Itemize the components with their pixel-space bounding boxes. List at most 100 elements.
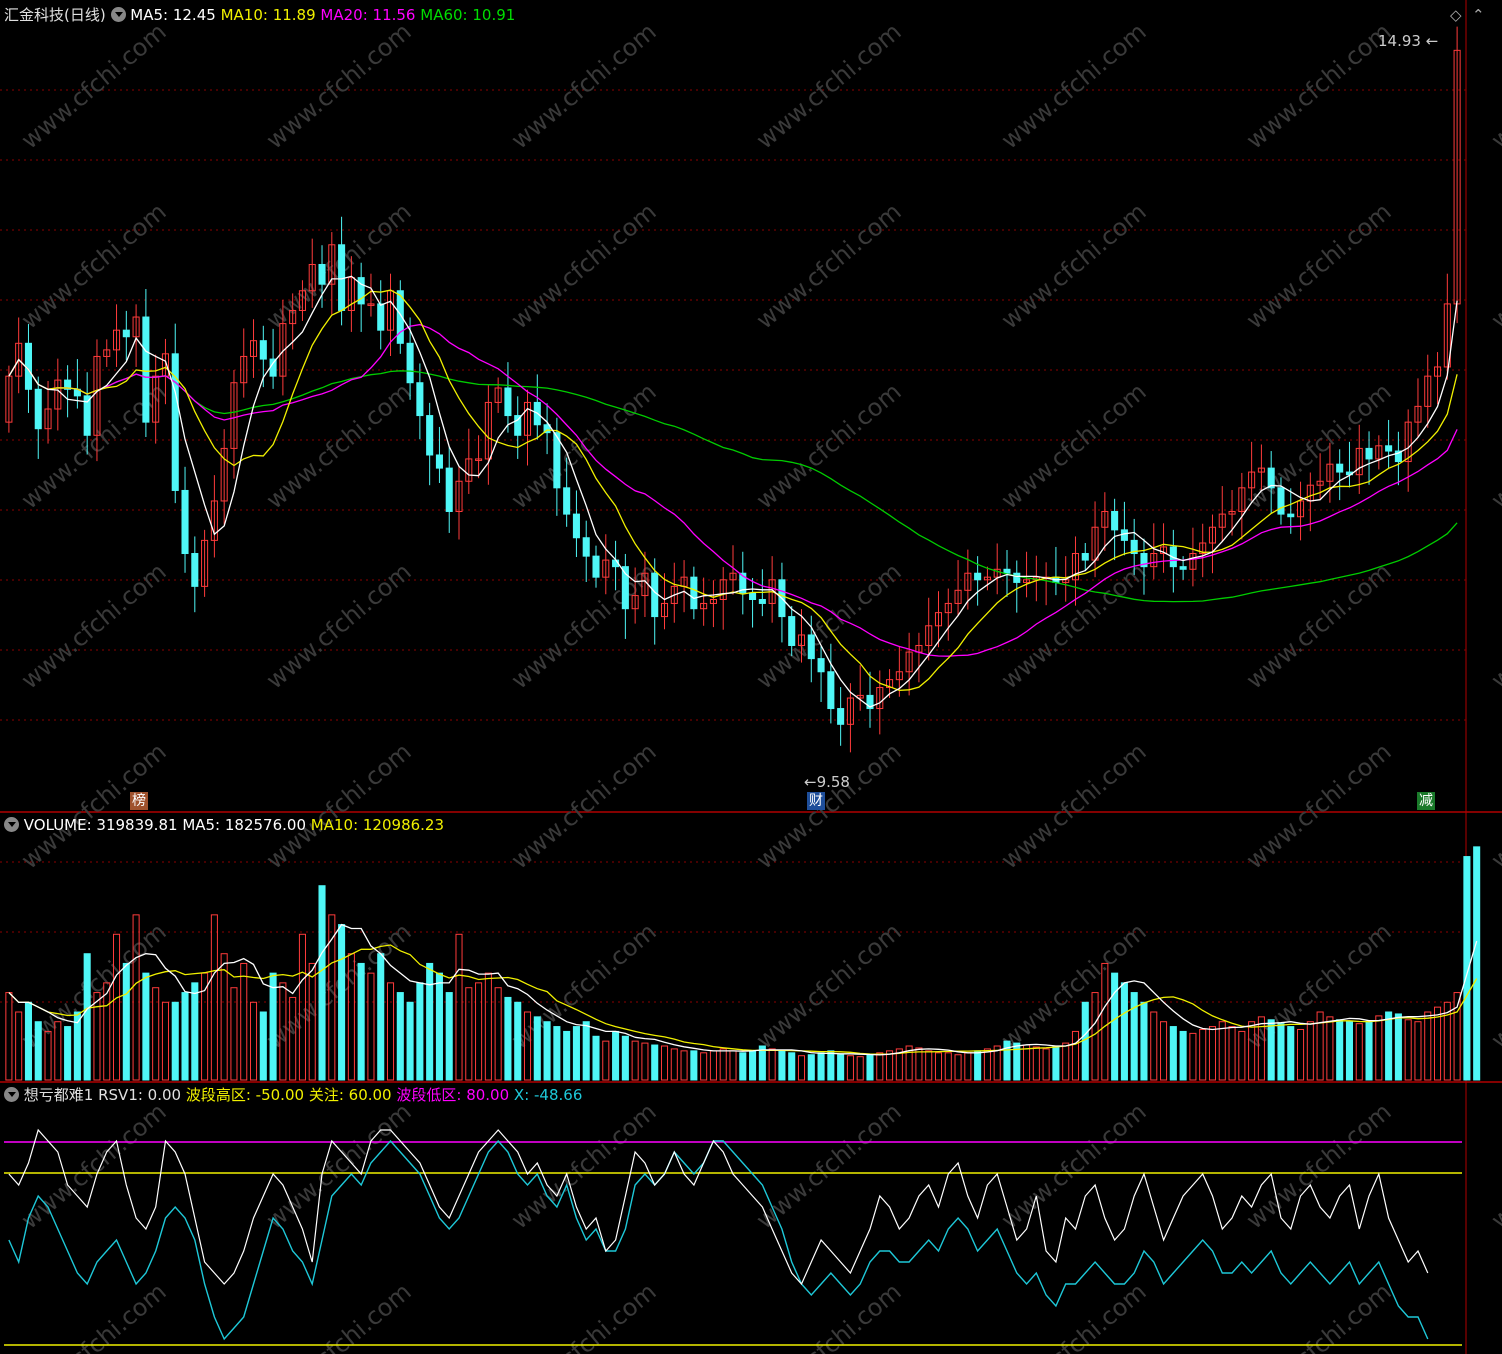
volume-bar xyxy=(866,1054,874,1081)
watermark-text: www.cfchi.com xyxy=(1241,557,1397,694)
candle-body xyxy=(1179,566,1187,570)
volume-bar xyxy=(504,996,512,1081)
volume-bar xyxy=(1365,1021,1373,1081)
candle-body xyxy=(592,555,600,578)
watermark-text: www.cfchi.com xyxy=(1486,1097,1502,1234)
candle-body xyxy=(142,316,150,423)
volume-bar xyxy=(709,1050,717,1081)
ma5-label: MA5: 12.45 xyxy=(130,6,216,24)
volume-bar xyxy=(103,982,111,1081)
volume-dropdown-icon[interactable] xyxy=(4,817,19,832)
price-header: 汇金科技(日线) MA5: 12.45 MA10: 11.89 MA20: 11… xyxy=(4,5,515,25)
volume-bar xyxy=(807,1054,815,1081)
badge-cai[interactable]: 财 xyxy=(807,792,825,810)
dropdown-icon[interactable] xyxy=(110,7,126,22)
watermark-text: www.cfchi.com xyxy=(1241,17,1397,154)
watermark-text: www.cfchi.com xyxy=(261,557,417,694)
volume-bar xyxy=(553,1026,561,1081)
volume-bar xyxy=(934,1052,943,1081)
watermark-text: www.cfchi.com xyxy=(1241,1277,1397,1354)
candle-body xyxy=(1081,553,1089,561)
watermark-text: www.cfchi.com xyxy=(1486,557,1502,694)
volume-bar xyxy=(1150,1011,1158,1081)
volume-bar xyxy=(827,1050,835,1081)
candle-body xyxy=(651,572,659,618)
candle-body xyxy=(563,487,571,515)
volume-bar xyxy=(1326,1016,1334,1081)
volume-bar xyxy=(1414,1021,1422,1081)
volume-ma10-label: MA10: 120986.23 xyxy=(310,816,445,834)
volume-bar xyxy=(484,972,492,1081)
volume-bar xyxy=(758,1045,766,1081)
indicator-name[interactable]: 想亏都难1 xyxy=(24,1086,94,1104)
volume-bar xyxy=(259,1011,267,1081)
ma20-label: MA20: 11.56 xyxy=(320,6,416,24)
watermark-text: www.cfchi.com xyxy=(996,1277,1152,1354)
volume-bar xyxy=(690,1050,698,1081)
collapse-icon[interactable]: ⌃ xyxy=(1472,5,1485,25)
rsv1-line xyxy=(8,1128,1429,1286)
volume-bar xyxy=(269,972,277,1081)
volume-bar xyxy=(837,1054,845,1081)
volume-bar xyxy=(700,1052,708,1081)
candle-body xyxy=(758,599,766,604)
ma10-line xyxy=(8,289,1458,692)
volume-bar xyxy=(249,1001,258,1081)
volume-bar xyxy=(426,962,434,1081)
indicator-dropdown-icon[interactable] xyxy=(4,1087,19,1102)
volume-bar xyxy=(1052,1045,1060,1081)
volume-bar xyxy=(15,1011,23,1081)
low-zone-label: 波段低区: 80.00 xyxy=(396,1086,510,1104)
volume-bar xyxy=(1394,1013,1402,1081)
volume-header: VOLUME: 319839.81 MA5: 182576.00 MA10: 1… xyxy=(4,815,444,835)
candle-body xyxy=(34,388,42,430)
volume-bar xyxy=(1189,1032,1197,1081)
volume-bar xyxy=(445,992,453,1081)
volume-bar xyxy=(778,1050,786,1081)
volume-bar xyxy=(1267,1019,1275,1081)
volume-bar xyxy=(455,933,463,1081)
candle-body xyxy=(426,415,434,456)
volume-bar xyxy=(1238,1030,1246,1081)
volume-bar xyxy=(631,1040,639,1081)
watermark-text: www.cfchi.com xyxy=(751,737,907,874)
diamond-icon[interactable]: ◇ xyxy=(1450,5,1462,25)
volume-bar xyxy=(122,962,130,1081)
volume-bar xyxy=(406,1001,414,1081)
watermark-text: www.cfchi.com xyxy=(1241,737,1397,874)
volume-bar xyxy=(1023,1044,1031,1081)
volume-bar xyxy=(641,1042,649,1081)
volume-bar xyxy=(1169,1026,1177,1081)
candle-body xyxy=(974,572,982,581)
watermark-text: www.cfchi.com xyxy=(751,1277,907,1354)
volume-bar xyxy=(651,1044,659,1081)
volume-bar xyxy=(1179,1030,1187,1081)
watermark-text: www.cfchi.com xyxy=(16,1277,172,1354)
badge-jian[interactable]: 减 xyxy=(1417,792,1435,810)
stock-title[interactable]: 汇金科技(日线) xyxy=(4,6,106,24)
candle-body xyxy=(259,340,267,360)
chart-stage: www.cfchi.com www.cfchi.com www.cfchi.com w… xyxy=(0,0,1502,1354)
volume-bar xyxy=(1424,1011,1432,1081)
volume-bar xyxy=(621,1035,629,1081)
volume-bar xyxy=(876,1052,884,1081)
watermark-text: www.cfchi.com xyxy=(506,737,662,874)
watermark-text: www.cfchi.com xyxy=(1486,1277,1502,1354)
volume-bar xyxy=(856,1056,864,1081)
candle-body xyxy=(827,671,835,710)
watermark-text: www.cfchi.com xyxy=(996,377,1152,514)
badge-bang[interactable]: 榜 xyxy=(130,792,148,810)
volume-bar xyxy=(514,1001,522,1081)
volume-bar xyxy=(915,1047,923,1081)
volume-bar xyxy=(435,972,443,1081)
candle-body xyxy=(1385,445,1393,452)
volume-bar xyxy=(357,962,365,1081)
chart-canvas: www.cfchi.com www.cfchi.com www.cfchi.com w… xyxy=(0,0,1502,1354)
volume-bar xyxy=(1277,1023,1285,1081)
watermark-text: www.cfchi.com xyxy=(996,197,1152,334)
volume-bar xyxy=(563,1030,571,1081)
volume-bar xyxy=(377,953,385,1081)
candle-body xyxy=(445,467,453,512)
volume-bar xyxy=(974,1050,982,1081)
watermark-text: www.cfchi.com xyxy=(506,1097,662,1234)
